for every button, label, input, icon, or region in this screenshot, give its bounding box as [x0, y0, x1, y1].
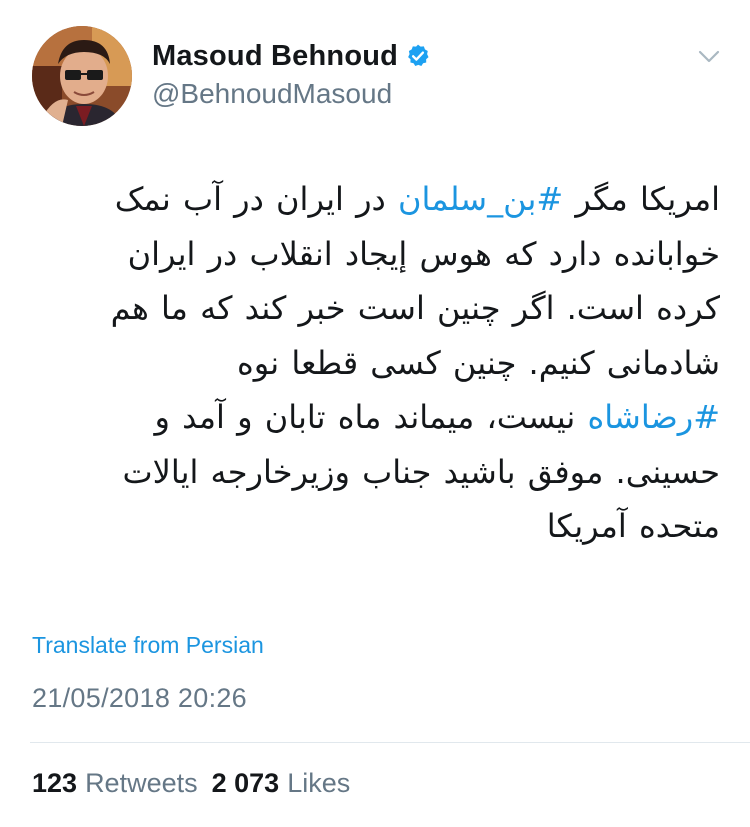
profile-photo	[32, 26, 132, 126]
tweet-line: شادمانی کنیم. چنین کسی قطعا نوه	[237, 343, 720, 382]
likes-label: Likes	[287, 768, 351, 798]
tweet-card: Masoud Behnoud @BehnoudMasoud امریکا مگر…	[0, 0, 750, 827]
retweets-label: Retweets	[85, 768, 198, 798]
tweet-line: متحده آمریکا	[546, 507, 720, 545]
display-name[interactable]: Masoud Behnoud	[152, 40, 398, 73]
tweet-line: حسینی. موفق باشید جناب وزیرخارجه ایالات	[122, 452, 720, 491]
tweet-text-segment: امریکا مگر	[563, 180, 720, 218]
verified-badge-icon	[408, 44, 429, 66]
name-row: Masoud Behnoud	[152, 36, 431, 76]
tweet-text-segment: در ایران در آب نمک	[114, 180, 398, 218]
tweet-line: امریکا مگر #بن_سلمان در ایران در آب نمک	[30, 172, 720, 227]
likes-stat[interactable]: 2 073 Likes	[212, 768, 351, 799]
avatar[interactable]	[32, 26, 132, 126]
tweet-text-segment: نیست، میماند ماه تابان و آمد و	[154, 398, 588, 436]
translate-link[interactable]: Translate from Persian	[32, 632, 264, 659]
tweet-line: کرده است. اگر چنین است خبر کند که ما هم	[110, 289, 720, 327]
hashtag-link[interactable]: #رضاشاه	[587, 398, 720, 436]
chevron-down-icon[interactable]	[698, 50, 720, 64]
tweet-stats: 123 Retweets 2 073 Likes	[32, 768, 350, 799]
tweet-text: امریکا مگر #بن_سلمان در ایران در آب نمک …	[30, 172, 720, 554]
hashtag-link[interactable]: #بن_سلمان	[398, 180, 563, 218]
tweet-timestamp[interactable]: 21/05/2018 20:26	[32, 683, 247, 714]
divider	[30, 742, 750, 743]
retweets-count: 123	[32, 768, 78, 798]
tweet-line: #رضاشاه نیست، میماند ماه تابان و آمد و	[30, 390, 720, 445]
tweet-line: خوابانده دارد که هوس إیجاد انقلاب در ایر…	[127, 234, 720, 273]
user-info: Masoud Behnoud @BehnoudMasoud	[152, 36, 431, 110]
retweets-stat[interactable]: 123 Retweets	[32, 768, 198, 799]
likes-count: 2 073	[211, 768, 280, 798]
user-handle[interactable]: @BehnoudMasoud	[152, 78, 431, 110]
